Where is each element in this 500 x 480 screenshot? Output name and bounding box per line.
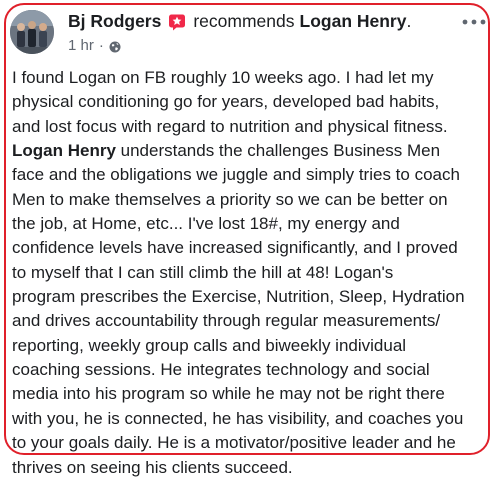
post-text-line: thrives on seeing his clients succeed. bbox=[12, 456, 488, 480]
post-text-segment: to myself that I can still climb the hil… bbox=[12, 262, 394, 282]
recommended-page-name[interactable]: Logan Henry bbox=[300, 11, 407, 32]
post-body-text: I found Logan on FB roughly 10 weeks ago… bbox=[12, 66, 488, 480]
post-text-line: I found Logan on FB roughly 10 weeks ago… bbox=[12, 66, 488, 90]
post-text-segment: the job, at Home, etc... I've lost 18#, … bbox=[12, 214, 400, 234]
post-text-line: and drives accountability through regula… bbox=[12, 309, 488, 333]
post-text-segment: confidence levels have increased signifi… bbox=[12, 238, 458, 258]
timestamp[interactable]: 1 hr bbox=[68, 37, 94, 54]
author-name[interactable]: Bj Rodgers bbox=[68, 11, 161, 32]
post-text-line: Logan Henry understands the challenges B… bbox=[12, 139, 488, 163]
post-text-segment: physical conditioning go for years, deve… bbox=[12, 92, 440, 112]
page-name-period: . bbox=[406, 11, 412, 31]
post-text-line: to myself that I can still climb the hil… bbox=[12, 261, 488, 285]
globe-icon[interactable] bbox=[109, 40, 121, 52]
post-text-line: confidence levels have increased signifi… bbox=[12, 236, 488, 260]
post-text-line: the job, at Home, etc... I've lost 18#, … bbox=[12, 212, 488, 236]
post-text-segment: with you, he is connected, he has visibi… bbox=[12, 408, 464, 428]
recommend-flag-icon bbox=[168, 13, 186, 31]
recommends-text: recommends bbox=[193, 11, 295, 31]
post-text-line: physical conditioning go for years, deve… bbox=[12, 90, 488, 114]
post-text-line: with you, he is connected, he has visibi… bbox=[12, 407, 488, 431]
post-text-segment: program prescribes the Exercise, Nutriti… bbox=[12, 287, 465, 307]
post-text-line: face and the obligations we juggle and s… bbox=[12, 163, 488, 187]
post-text-segment: and drives accountability through regula… bbox=[12, 311, 441, 331]
avatar[interactable] bbox=[10, 10, 54, 54]
post-text-segment: face and the obligations we juggle and s… bbox=[12, 165, 460, 185]
post-text-segment: reporting, weekly group calls and biweek… bbox=[12, 335, 407, 355]
post-text-line: and lost focus with regard to nutrition … bbox=[12, 115, 488, 139]
post-text-segment: I found Logan on FB roughly 10 weeks ago… bbox=[12, 68, 434, 87]
post-text-line: program prescribes the Exercise, Nutriti… bbox=[12, 285, 488, 309]
avatar-photo bbox=[10, 10, 54, 54]
post-text-segment: Men to make themselves a priority so we … bbox=[12, 189, 448, 209]
post-text-segment: coaching sessions. He integrates technol… bbox=[12, 360, 430, 380]
author-line: Bj Rodgers recommends Logan Henry . bbox=[68, 11, 411, 32]
meta-separator: · bbox=[98, 37, 104, 54]
recommendation-post: Bj Rodgers recommends Logan Henry . 1 hr… bbox=[0, 0, 500, 477]
more-options-icon bbox=[462, 19, 486, 25]
post-text-line: coaching sessions. He integrates technol… bbox=[12, 358, 488, 382]
post-text-segment: to your goals daily. He is a motivator/p… bbox=[12, 433, 456, 453]
post-text-line: to your goals daily. He is a motivator/p… bbox=[12, 431, 488, 455]
post-text-line: Men to make themselves a priority so we … bbox=[12, 188, 488, 212]
post-text-segment: understands the challenges Business Men bbox=[115, 141, 441, 161]
post-text-segment: and lost focus with regard to nutrition … bbox=[12, 116, 448, 136]
more-options-button[interactable] bbox=[460, 12, 488, 32]
post-header: Bj Rodgers recommends Logan Henry . 1 hr… bbox=[8, 8, 492, 60]
post-text-line: media into his program so while he may n… bbox=[12, 382, 488, 406]
post-text-line: reporting, weekly group calls and biweek… bbox=[12, 334, 488, 358]
post-text-segment: thrives on seeing his clients succeed. bbox=[12, 457, 293, 477]
page-mention[interactable]: Logan Henry bbox=[12, 141, 116, 160]
post-text-segment: media into his program so while he may n… bbox=[12, 384, 445, 404]
post-meta: 1 hr · bbox=[68, 37, 121, 54]
